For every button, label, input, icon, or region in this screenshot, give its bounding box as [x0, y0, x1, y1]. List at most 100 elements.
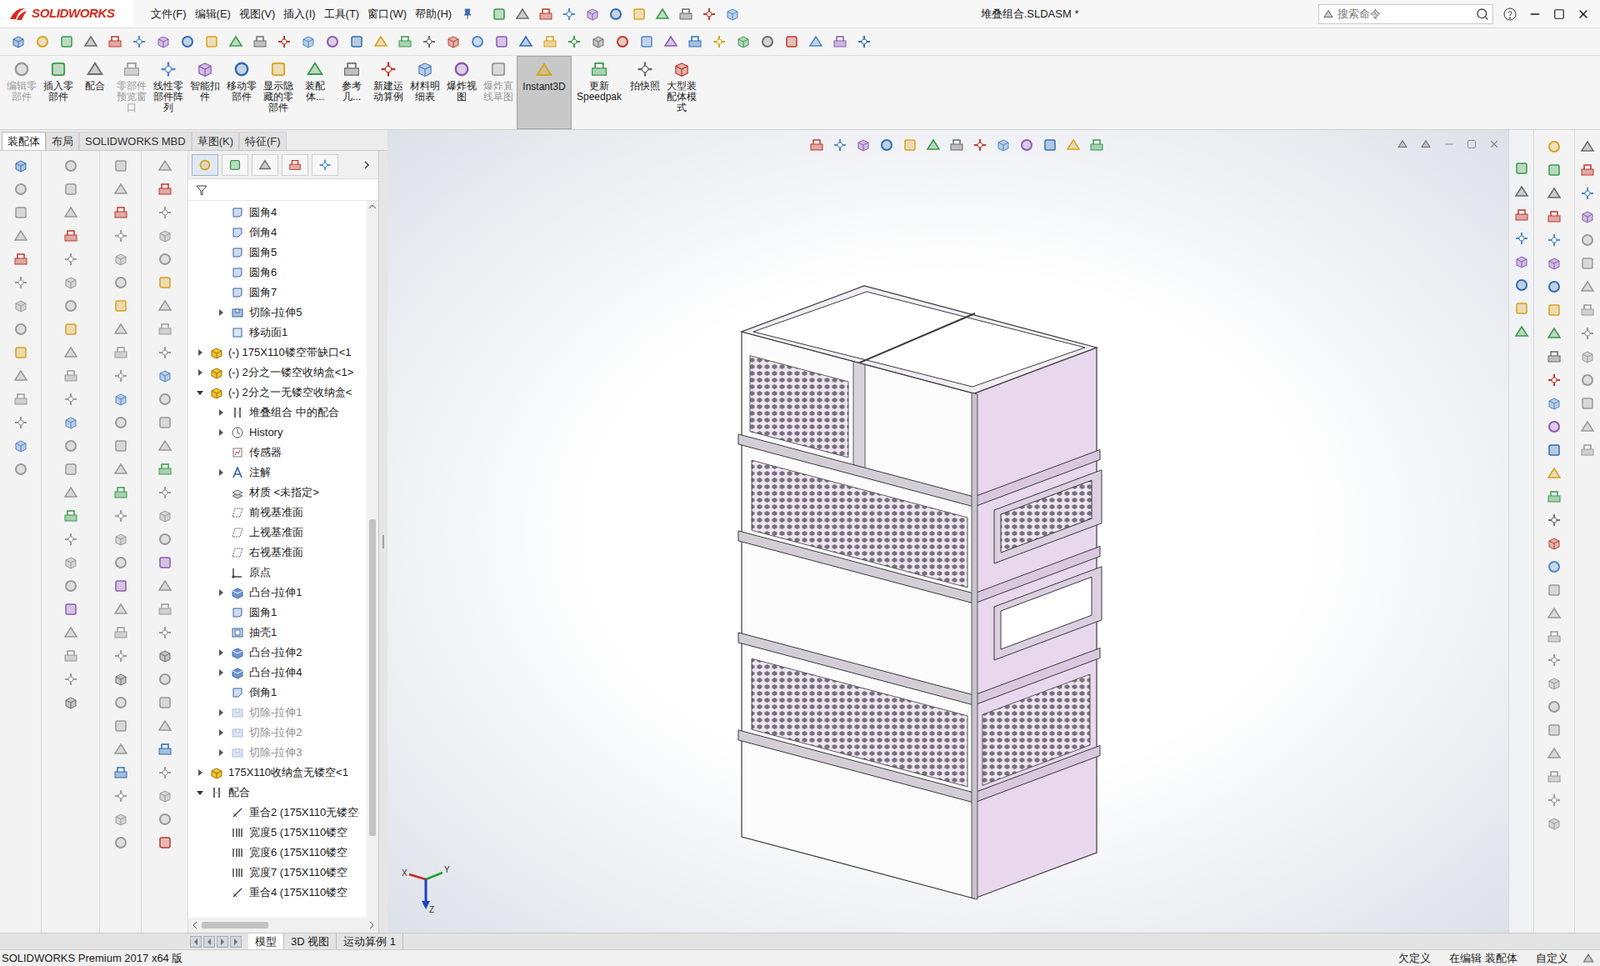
- strip-icon[interactable]: [156, 694, 174, 711]
- menu-item[interactable]: 视图(V): [235, 5, 280, 23]
- expander[interactable]: [215, 307, 226, 318]
- toolbar-icon[interactable]: [251, 33, 269, 50]
- tree-item[interactable]: 配合: [188, 782, 367, 803]
- tab-nav-icon[interactable]: [230, 935, 242, 948]
- ribbon-button[interactable]: 更新Speedpak: [571, 55, 627, 130]
- toolbar-icon[interactable]: [565, 33, 583, 50]
- menu-item[interactable]: 帮助(H): [410, 5, 456, 23]
- strip-icon[interactable]: [62, 367, 80, 385]
- expander[interactable]: [215, 407, 226, 418]
- strip-icon[interactable]: [62, 577, 80, 595]
- ribbon-button[interactable]: 材料明细表: [406, 55, 444, 130]
- strip-icon[interactable]: [62, 274, 80, 291]
- strip-icon[interactable]: [112, 320, 130, 338]
- tree-item[interactable]: 圆角6: [188, 262, 367, 283]
- toolbar-icon[interactable]: [783, 33, 800, 50]
- tree-item[interactable]: (-) 2分之一无镂空收纳盒<: [188, 382, 367, 403]
- toolbar-icon[interactable]: [179, 33, 196, 50]
- scroll-right-icon[interactable]: [368, 920, 375, 930]
- sketch-tool-icon[interactable]: [1545, 255, 1563, 272]
- collapsed-arrow-icon[interactable]: [196, 769, 204, 776]
- ribbon-icon[interactable]: [451, 59, 472, 80]
- filter-icon[interactable]: [195, 183, 209, 197]
- tree-item[interactable]: 重合4 (175X110镂空: [188, 882, 367, 903]
- toolbar-icon[interactable]: [227, 33, 245, 50]
- strip-icon[interactable]: [156, 810, 174, 828]
- expanded-arrow-icon[interactable]: [196, 789, 204, 796]
- menu-item[interactable]: 文件(F): [146, 5, 191, 23]
- ribbon-icon[interactable]: [415, 59, 435, 80]
- ribbon-icon[interactable]: [635, 59, 655, 80]
- panel-tab[interactable]: [251, 154, 279, 176]
- strip-icon[interactable]: [112, 157, 130, 175]
- tree-item[interactable]: 凸台-拉伸1: [188, 582, 367, 603]
- expander[interactable]: [195, 347, 205, 358]
- tree-item[interactable]: 切除-拉伸2: [188, 722, 367, 743]
- strip-icon[interactable]: [156, 740, 174, 758]
- sketch-tool-icon[interactable]: [1545, 791, 1563, 809]
- strip-icon[interactable]: [112, 227, 130, 245]
- tree-item[interactable]: 倒角1: [188, 682, 367, 703]
- sketch-tool-icon[interactable]: [1545, 138, 1563, 155]
- tree-item[interactable]: 圆角1: [188, 602, 367, 623]
- link-view-icon[interactable]: [1420, 138, 1432, 150]
- quick-access-icon[interactable]: [630, 5, 648, 23]
- bottom-tab[interactable]: 运动算例 1: [336, 933, 404, 950]
- ribbon-icon[interactable]: [589, 59, 610, 80]
- quick-access-icon[interactable]: [490, 5, 508, 23]
- quick-access-icon[interactable]: [724, 5, 741, 23]
- toolbar-icon[interactable]: [155, 33, 172, 50]
- strip-icon[interactable]: [12, 344, 30, 361]
- ribbon-button[interactable]: 装配体...: [296, 55, 334, 130]
- strip-icon[interactable]: [62, 227, 80, 245]
- scroll-left-icon[interactable]: [191, 920, 199, 930]
- quick-access-icon[interactable]: [700, 5, 718, 23]
- ribbon-icon[interactable]: [341, 59, 362, 80]
- toolbar-icon[interactable]: [735, 33, 752, 50]
- strip-icon[interactable]: [112, 180, 130, 198]
- strip-icon[interactable]: [112, 624, 130, 641]
- sketch-tool-icon[interactable]: [1545, 325, 1563, 342]
- toolbar-icon[interactable]: [855, 33, 873, 50]
- strip-icon[interactable]: [112, 414, 130, 431]
- sketch-tool-icon[interactable]: [1545, 815, 1563, 832]
- menu-item[interactable]: 插入(I): [279, 5, 320, 23]
- toolbar-icon[interactable]: [831, 33, 849, 50]
- strip-icon[interactable]: [62, 484, 80, 501]
- view-tool-icon[interactable]: [971, 136, 989, 154]
- strip-icon[interactable]: [112, 344, 130, 361]
- tree-item[interactable]: (-) 175X110镂空带缺口<1: [188, 342, 367, 363]
- strip-icon[interactable]: [156, 414, 174, 431]
- task-pane-icon[interactable]: [1513, 183, 1530, 200]
- toolbar-icon[interactable]: [82, 33, 100, 50]
- tree-item[interactable]: 重合2 (175X110无镂空: [188, 802, 367, 823]
- tree-item[interactable]: 凸台-拉伸2: [188, 642, 367, 663]
- strip-icon[interactable]: [12, 227, 30, 245]
- strip-icon[interactable]: [156, 670, 174, 688]
- panel-tab-icon[interactable]: [197, 157, 213, 173]
- view-tool-icon[interactable]: [925, 136, 942, 154]
- ribbon-icon[interactable]: [534, 60, 555, 80]
- ribbon-button[interactable]: 新建运动算例: [370, 55, 407, 130]
- strip-icon[interactable]: [12, 180, 30, 198]
- task-pane-icon[interactable]: [1513, 323, 1530, 340]
- collapsed-arrow-icon[interactable]: [196, 349, 204, 356]
- toolbar-icon[interactable]: [10, 33, 27, 50]
- strip-icon[interactable]: [62, 530, 80, 548]
- graphics-area[interactable]: XYZ: [387, 130, 1509, 933]
- expander[interactable]: [195, 767, 205, 778]
- tree-item[interactable]: 抽壳1: [188, 622, 367, 643]
- ribbon-button[interactable]: 插入零部件: [40, 55, 77, 130]
- ribbon-button[interactable]: 配合: [76, 55, 114, 130]
- toolbar-icon[interactable]: [348, 33, 365, 50]
- ribbon-button[interactable]: 爆炸视图: [443, 55, 480, 130]
- toolbar-icon[interactable]: [58, 33, 75, 50]
- command-tab[interactable]: 装配体: [1, 131, 46, 150]
- ribbon-icon[interactable]: [121, 59, 142, 80]
- strip-icon[interactable]: [156, 624, 174, 641]
- strip-icon[interactable]: [112, 460, 130, 478]
- task-pane-icon[interactable]: [1513, 206, 1530, 224]
- horizontal-scrollbar[interactable]: [188, 917, 379, 933]
- menu-item[interactable]: 工具(T): [320, 5, 365, 23]
- sketch-tool-icon[interactable]: [1545, 558, 1563, 575]
